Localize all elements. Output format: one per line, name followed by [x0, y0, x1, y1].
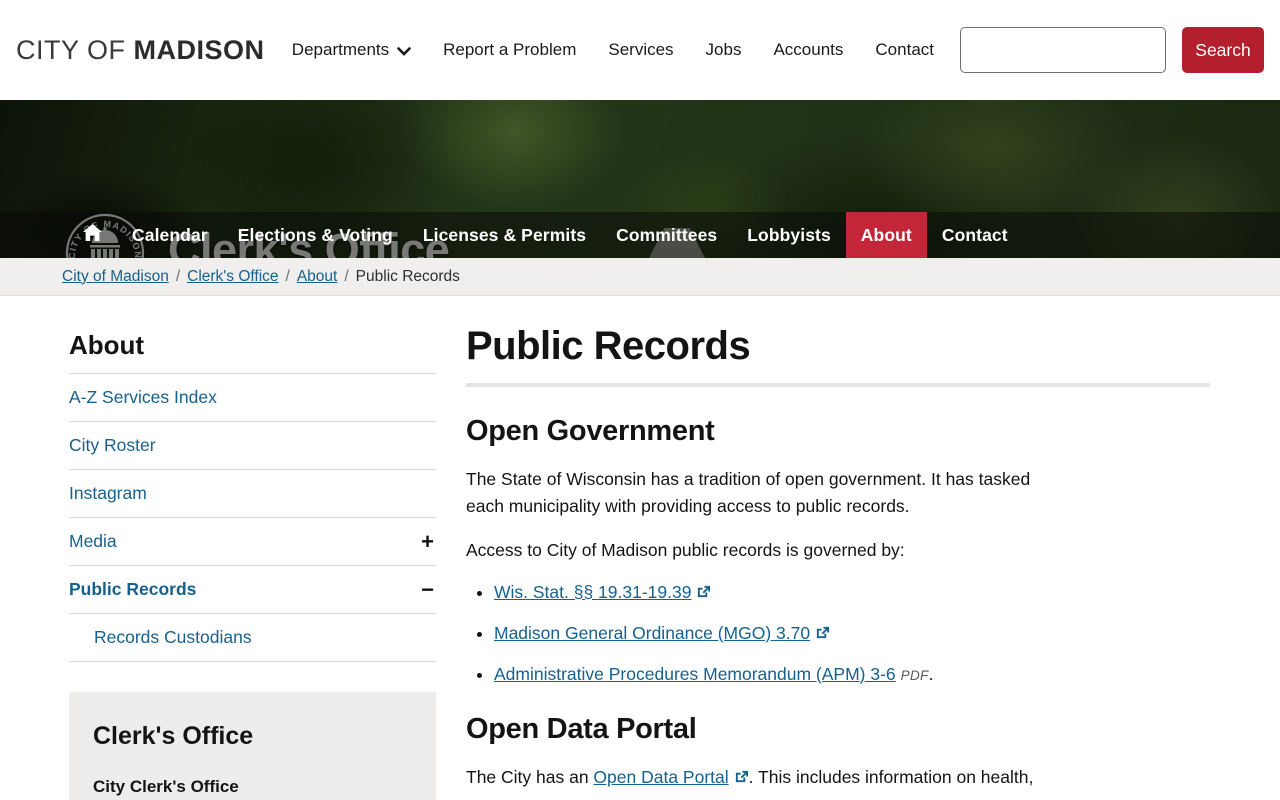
dept-nav-licenses-permits[interactable]: Licenses & Permits — [408, 212, 601, 258]
utility-nav: Departments Report a Problem Services Jo… — [292, 39, 934, 61]
breadcrumb-about[interactable]: About — [297, 268, 338, 286]
dept-nav-committees[interactable]: Committees — [601, 212, 732, 258]
breadcrumb: City of Madison / Clerk's Office / About… — [0, 258, 1280, 296]
list-item: City Roster — [69, 421, 436, 469]
external-link-icon — [734, 765, 749, 792]
open-data-portal-link[interactable]: Open Data Portal — [593, 767, 728, 787]
open-government-heading: Open Government — [466, 415, 715, 447]
breadcrumb-separator: / — [285, 267, 290, 285]
nav-jobs[interactable]: Jobs — [706, 40, 742, 60]
breadcrumb-separator: / — [344, 267, 349, 285]
contact-info-box: Clerk's Office City Clerk's Office — [69, 692, 436, 800]
home-link[interactable] — [68, 212, 117, 258]
site-search: Search — [960, 27, 1264, 73]
department-nav: Calendar Elections & Voting Licenses & P… — [0, 212, 1280, 258]
dept-nav-lobbyists[interactable]: Lobbyists — [732, 212, 846, 258]
chevron-down-icon — [397, 41, 411, 61]
list-item: Wis. Stat. §§ 19.31-19.39 — [494, 582, 1134, 604]
governing-links-list: Wis. Stat. §§ 19.31-19.39 Madison Genera… — [494, 582, 1134, 685]
apm-link[interactable]: Administrative Procedures Memorandum (AP… — [494, 664, 896, 684]
list-item: Madison General Ordinance (MGO) 3.70 — [494, 623, 1134, 645]
dept-nav-about-active[interactable]: About — [845, 212, 927, 258]
governed-by-paragraph: Access to City of Madison public records… — [466, 540, 905, 561]
sidebar-heading: About — [69, 330, 145, 360]
search-input[interactable] — [960, 27, 1166, 73]
breadcrumb-clerks-office[interactable]: Clerk's Office — [187, 268, 278, 286]
external-link-icon — [815, 624, 830, 645]
breadcrumb-current: Public Records — [355, 267, 460, 285]
list-item: Public Records − — [69, 565, 436, 613]
list-item: Instagram — [69, 469, 436, 517]
info-box-title: Clerk's Office — [93, 722, 254, 750]
collapse-icon[interactable]: − — [419, 578, 436, 601]
home-icon — [83, 224, 102, 246]
wis-stat-link[interactable]: Wis. Stat. §§ 19.31-19.39 — [494, 582, 691, 602]
dept-nav-calendar[interactable]: Calendar — [117, 212, 223, 258]
search-button[interactable]: Search — [1182, 27, 1264, 73]
breadcrumb-separator: / — [175, 267, 181, 285]
sidebar-item-public-records-active[interactable]: Public Records — [69, 579, 196, 600]
list-item: Administrative Procedures Memorandum (AP… — [494, 664, 1134, 685]
sidebar-item-instagram[interactable]: Instagram — [69, 483, 147, 504]
nav-report-a-problem[interactable]: Report a Problem — [443, 40, 576, 60]
intro-paragraph: The State of Wisconsin has a tradition o… — [466, 469, 1031, 516]
site-header: CITY OF MADISON Departments Report a Pro… — [0, 0, 1280, 100]
breadcrumb-city-of-madison[interactable]: City of Madison — [62, 268, 169, 286]
expand-icon[interactable]: + — [419, 530, 436, 553]
sidebar-item-media[interactable]: Media — [69, 531, 117, 552]
logo-name: MADISON — [133, 34, 265, 65]
nav-departments[interactable]: Departments — [292, 39, 411, 61]
nav-services[interactable]: Services — [608, 40, 673, 60]
info-box-office-name: City Clerk's Office — [93, 777, 239, 796]
main-content: Public Records Open Government The State… — [466, 296, 1210, 800]
logo-prefix: CITY OF — [16, 34, 126, 65]
city-logo[interactable]: CITY OF MADISON — [16, 35, 265, 66]
sidebar-item-records-custodians[interactable]: Records Custodians — [69, 627, 252, 648]
sentence-period: . — [928, 663, 934, 684]
open-data-portal-heading: Open Data Portal — [466, 712, 697, 745]
nav-accounts[interactable]: Accounts — [773, 40, 843, 60]
dept-nav-contact[interactable]: Contact — [927, 212, 1023, 258]
title-divider — [466, 383, 1210, 387]
sidebar-item-city-roster[interactable]: City Roster — [69, 435, 156, 456]
mgo-link[interactable]: Madison General Ordinance (MGO) 3.70 — [494, 623, 810, 643]
list-item: A-Z Services Index — [69, 373, 436, 421]
dept-nav-elections-voting[interactable]: Elections & Voting — [223, 212, 408, 258]
sidebar-item-az-services-index[interactable]: A-Z Services Index — [69, 387, 217, 408]
open-data-paragraph: The City has an Open Data Portal. This i… — [466, 764, 1066, 792]
hero-banner: CITY OF MADISON CLERK Clerk's Office — [0, 100, 1280, 258]
page-title: Public Records — [466, 324, 751, 368]
list-item: Records Custodians — [69, 613, 436, 662]
sidebar: About A-Z Services Index City Roster Ins… — [69, 296, 436, 800]
list-item: Media + — [69, 517, 436, 565]
nav-contact[interactable]: Contact — [875, 40, 934, 60]
external-link-icon — [696, 583, 711, 604]
pdf-badge: PDF — [900, 667, 929, 683]
